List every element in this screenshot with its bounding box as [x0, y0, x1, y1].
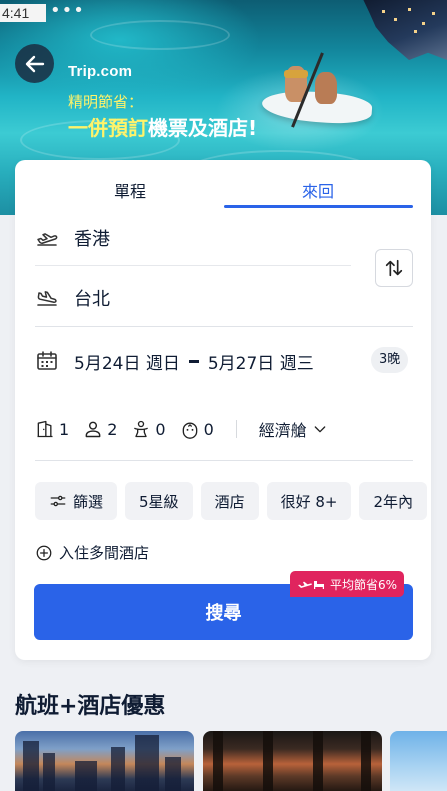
- savings-badge: 平均節省6%: [290, 571, 405, 597]
- infants-count: 0: [203, 419, 214, 439]
- tab-one-way[interactable]: 單程: [35, 178, 225, 202]
- active-tab-indicator: [224, 205, 413, 208]
- rooms-count: 1: [59, 419, 70, 439]
- date-range: 5月24日 週日 5月27日 週三: [74, 349, 314, 374]
- person-figure: [315, 72, 337, 104]
- nights-badge: 3晚: [371, 347, 409, 373]
- deal-card-image[interactable]: [203, 731, 382, 791]
- filter-icon: [50, 495, 66, 507]
- guests-row: 1 2 0 0 經濟艙: [35, 412, 413, 446]
- promo-title: 一併預訂機票及酒店!: [68, 112, 257, 141]
- origin-field[interactable]: 香港: [35, 210, 351, 266]
- infants-selector[interactable]: 0: [180, 419, 214, 439]
- trip-logo: Trip.com: [68, 63, 133, 80]
- return-date: 5月27日 週三: [207, 353, 314, 374]
- date-range-field[interactable]: 5月24日 週日 5月27日 週三: [35, 338, 413, 384]
- multi-hotel-toggle[interactable]: 入住多間酒店: [35, 542, 149, 563]
- rooms-selector[interactable]: 1: [35, 419, 69, 439]
- infant-icon: [182, 422, 197, 439]
- chip-hotel[interactable]: 酒店: [200, 482, 259, 520]
- promo-subtitle: 精明節省：: [68, 93, 144, 111]
- savings-text: 平均節省6%: [330, 577, 398, 592]
- deal-card-image[interactable]: [15, 731, 194, 791]
- back-button[interactable]: [15, 44, 54, 83]
- trip-type-tabs: 單程 來回: [15, 160, 431, 208]
- adult-icon: [85, 421, 101, 438]
- multi-hotel-label: 入住多間酒店: [59, 544, 150, 562]
- origin-city: 香港: [74, 228, 110, 250]
- chip-within-2-years[interactable]: 2年內: [359, 482, 428, 520]
- plane-bed-icon: [298, 581, 324, 589]
- swimsuit: [284, 70, 308, 78]
- vertical-separator: [235, 420, 237, 438]
- destination-city: 台北: [74, 289, 110, 310]
- city-skyline-corner: [363, 0, 447, 60]
- landing-icon: [37, 291, 57, 306]
- chip-5-star[interactable]: 5星級: [125, 482, 193, 520]
- chip-label: 篩選: [73, 492, 104, 511]
- destination-field[interactable]: 台北: [35, 270, 351, 326]
- swap-icon: [385, 259, 403, 277]
- adults-count: 2: [107, 419, 118, 439]
- divider: [35, 460, 413, 461]
- takeoff-icon: [37, 232, 58, 246]
- water-ripple: [90, 20, 230, 50]
- tab-round-trip[interactable]: 來回: [223, 178, 413, 202]
- calendar-icon: [37, 351, 57, 370]
- status-time: 4:41: [0, 4, 46, 22]
- swap-cities-button[interactable]: [375, 249, 413, 287]
- children-count: 0: [155, 419, 166, 439]
- child-icon: [134, 420, 149, 438]
- promo-rest: 機票及酒店!: [148, 116, 258, 140]
- depart-date: 5月24日 週日: [74, 353, 180, 374]
- deals-section-title: 航班+酒店優惠: [15, 694, 166, 719]
- plus-circle-icon: [36, 545, 52, 560]
- divider: [35, 326, 413, 327]
- chip-very-good[interactable]: 很好 8+: [266, 482, 352, 520]
- chevron-down-icon: [314, 426, 326, 433]
- status-dots: •••: [50, 0, 85, 21]
- promo-highlight: 一併預訂: [68, 116, 148, 140]
- chip-filter[interactable]: 篩選: [35, 482, 118, 520]
- date-separator: [188, 359, 199, 363]
- adults-selector[interactable]: 2: [83, 419, 117, 439]
- search-card: 單程 來回 香港 台北 5月24日 週日 5月27日 週三 3晚 1 2 0 0…: [15, 160, 431, 660]
- room-icon: [37, 420, 53, 438]
- cabin-class-dropdown[interactable]: 經濟艙: [259, 417, 328, 441]
- cabin-class-value: 經濟艙: [258, 421, 307, 440]
- back-arrow-icon: [25, 55, 44, 72]
- deal-card-image[interactable]: [390, 731, 447, 791]
- children-selector[interactable]: 0: [131, 419, 166, 439]
- filter-chips: 篩選 5星級 酒店 很好 8+ 2年內: [35, 482, 431, 520]
